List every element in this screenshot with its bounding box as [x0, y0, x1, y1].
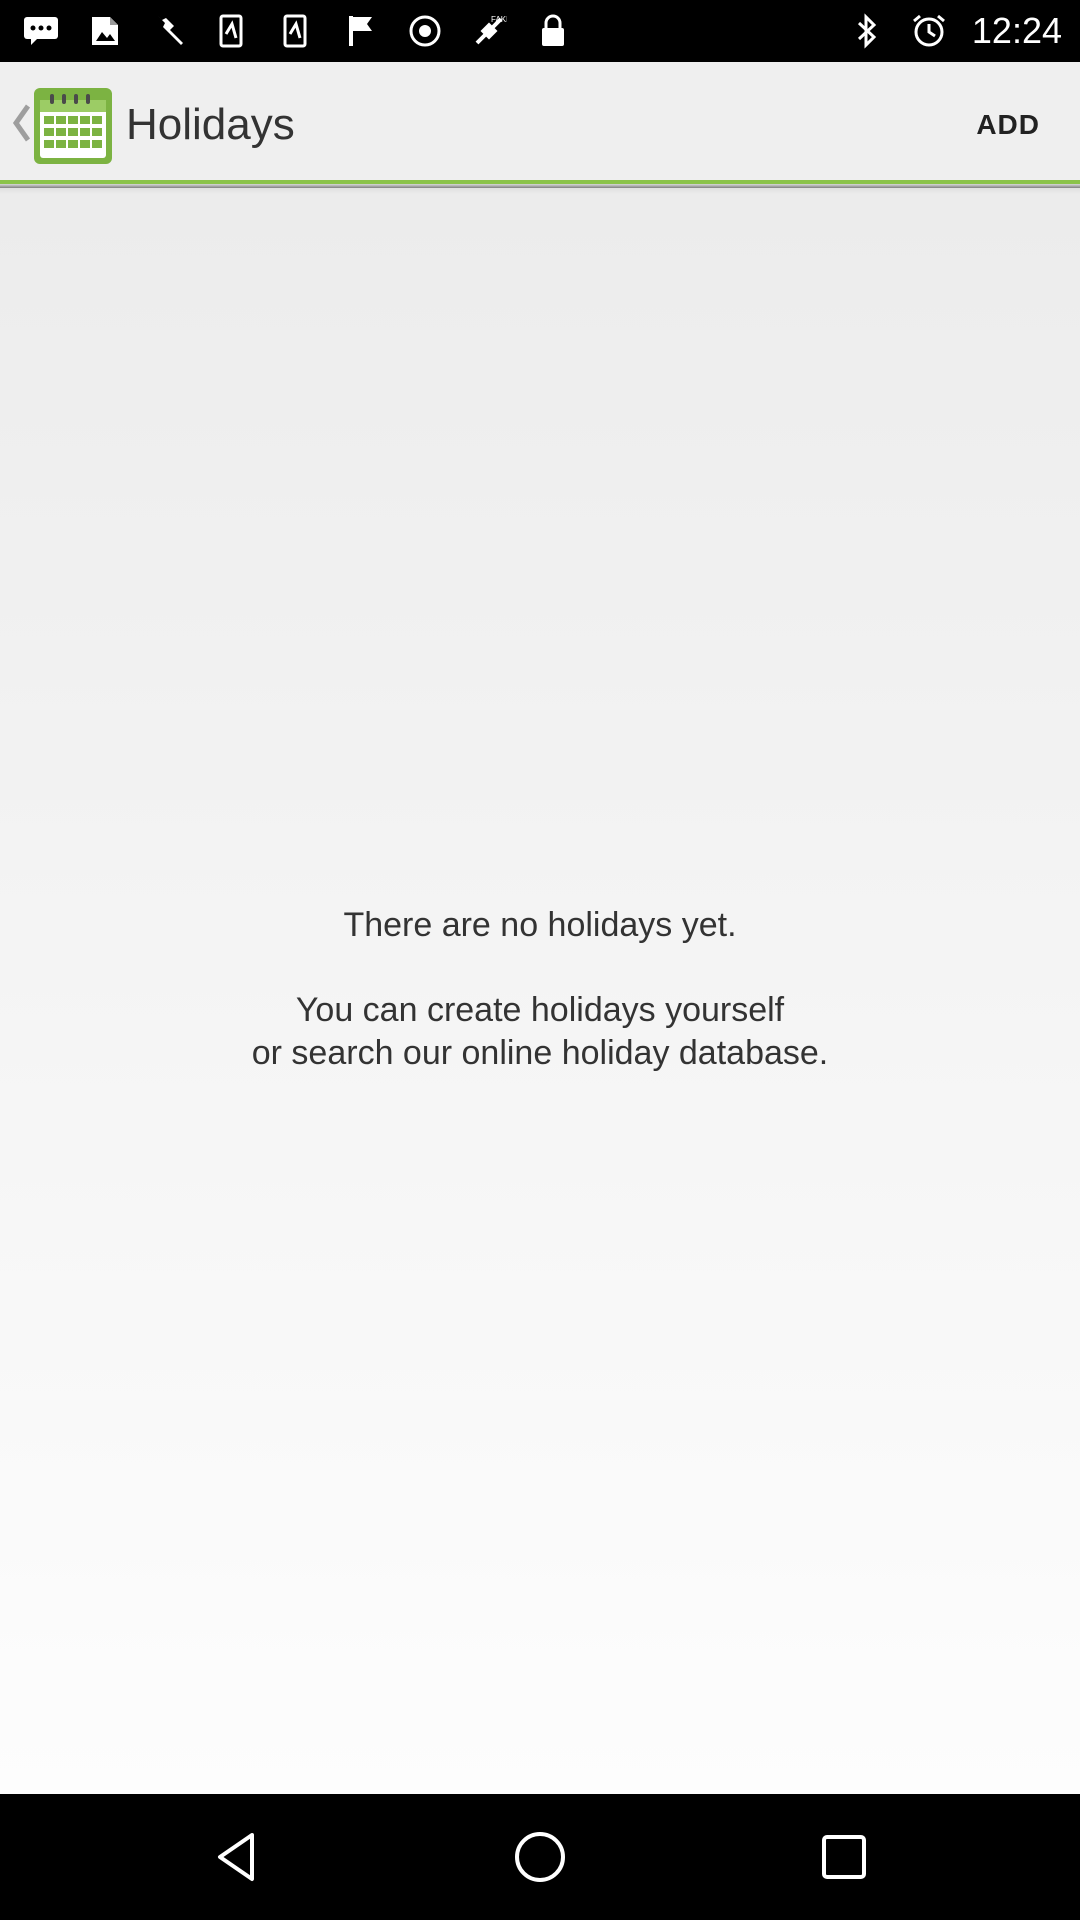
action-bar: Holidays ADD	[0, 62, 1080, 184]
empty-message: There are no holidays yet.	[343, 906, 737, 944]
image-icon	[86, 12, 124, 50]
system-status: 12:24	[848, 12, 1062, 50]
empty-hint-line2: or search our online holiday database.	[251, 1034, 829, 1072]
wrench-icon	[150, 12, 188, 50]
phone-signal-icon	[278, 12, 316, 50]
clock: 12:24	[971, 10, 1062, 51]
add-button[interactable]: ADD	[976, 108, 1040, 142]
flag-icon	[342, 12, 380, 50]
phone-signal-icon	[214, 12, 252, 50]
home-icon[interactable]	[510, 1827, 570, 1887]
back-icon[interactable]	[208, 1827, 268, 1887]
navigation-bar	[0, 1794, 1080, 1920]
fake-gps-icon: FAKE	[470, 12, 508, 50]
calendar-icon[interactable]	[34, 88, 112, 164]
svg-text:FAKE: FAKE	[491, 15, 507, 24]
empty-hint-line1: You can create holidays yourself	[295, 991, 785, 1029]
holiday-list-area: There are no holidays yet. You can creat…	[0, 188, 1080, 1794]
lock-icon	[534, 12, 572, 50]
bluetooth-icon	[848, 12, 886, 50]
action-bar-shadow	[0, 184, 1080, 194]
status-bar: FAKE 12:24	[0, 0, 1080, 62]
alarm-icon	[910, 12, 948, 50]
empty-state: There are no holidays yet. You can creat…	[0, 904, 1080, 1075]
page-title: Holidays	[126, 100, 295, 149]
recents-icon[interactable]	[814, 1827, 874, 1887]
sync-icon	[406, 12, 444, 50]
chevron-left-icon[interactable]	[8, 100, 34, 146]
notification-icons: FAKE	[22, 12, 572, 50]
message-icon	[22, 12, 60, 50]
